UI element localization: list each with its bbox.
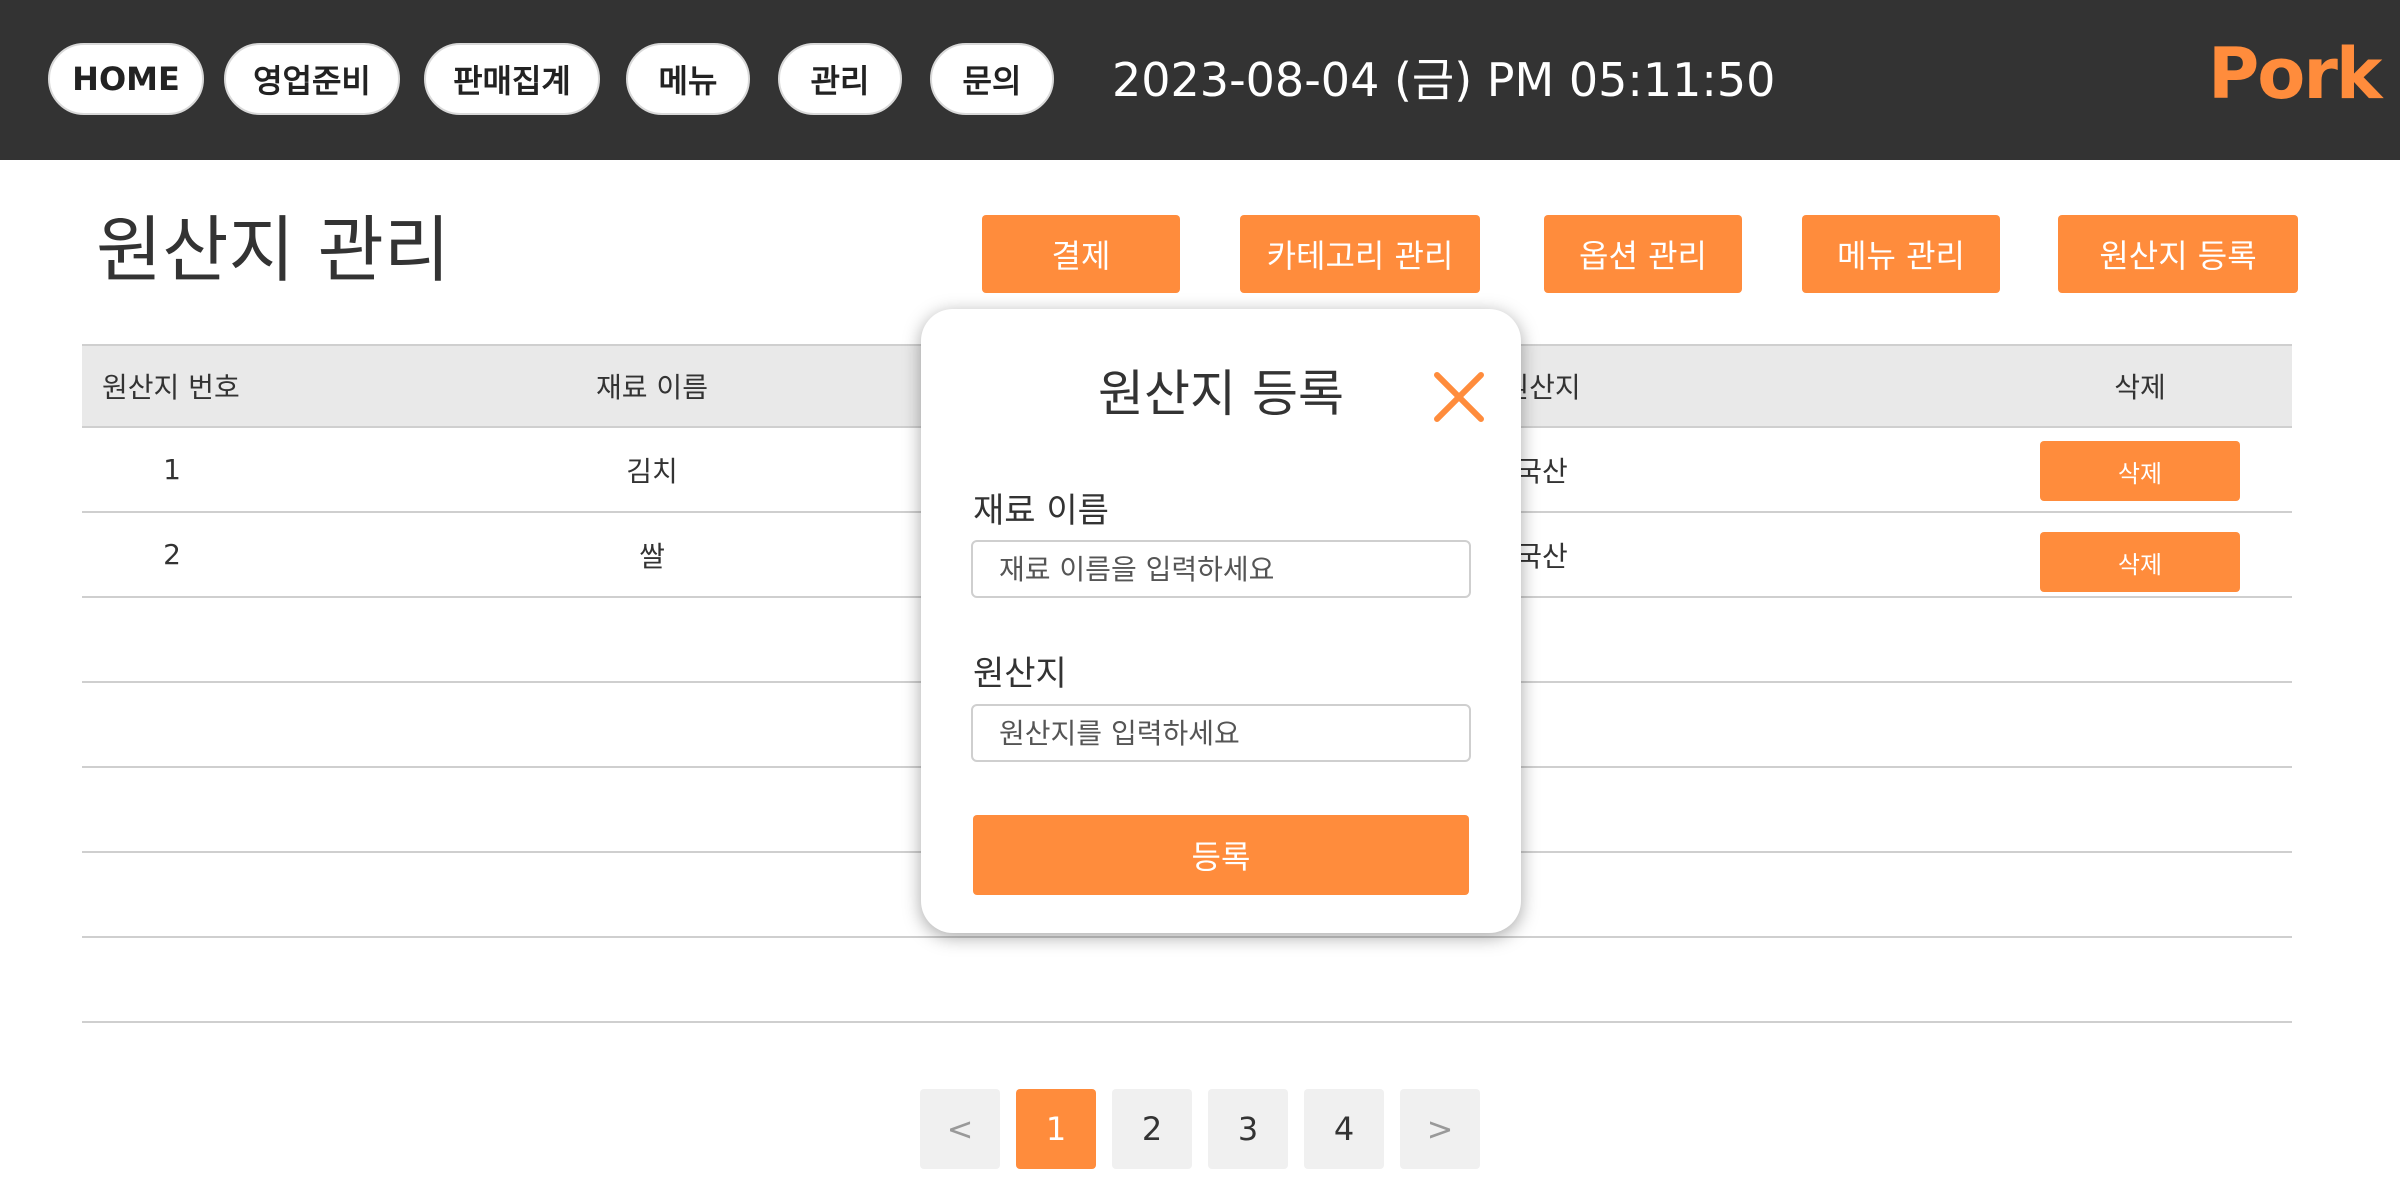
nav-home[interactable]: HOME xyxy=(48,43,204,115)
option-manage-button[interactable]: 옵션 관리 xyxy=(1544,215,1742,293)
menu-manage-button[interactable]: 메뉴 관리 xyxy=(1802,215,2000,293)
cell-origin-no: 1 xyxy=(163,453,181,486)
origin-input[interactable] xyxy=(971,704,1471,762)
header-origin-no: 원산지 번호 xyxy=(102,371,240,404)
nav-menu[interactable]: 메뉴 xyxy=(626,43,750,115)
nav-prep[interactable]: 영업준비 xyxy=(224,43,400,115)
top-bar: HOME 영업준비 판매집계 메뉴 관리 문의 2023-08-04 (금) P… xyxy=(0,0,2400,160)
empty-row xyxy=(82,938,2292,1023)
prev-page-button[interactable]: < xyxy=(920,1089,1000,1169)
page-button-3[interactable]: 3 xyxy=(1208,1089,1288,1169)
ingredient-label: 재료 이름 xyxy=(973,491,1109,531)
register-submit-button[interactable]: 등록 xyxy=(973,815,1469,895)
modal-title: 원산지 등록 xyxy=(1098,365,1344,423)
origin-label: 원산지 xyxy=(973,654,1067,694)
delete-button[interactable]: 삭제 xyxy=(2040,441,2240,501)
origin-register-button[interactable]: 원산지 등록 xyxy=(2058,215,2298,293)
brand-logo[interactable]: Pork xyxy=(2208,34,2382,114)
ingredient-input[interactable] xyxy=(971,540,1471,598)
page-button-4[interactable]: 4 xyxy=(1304,1089,1384,1169)
nav-manage[interactable]: 관리 xyxy=(778,43,902,115)
header-delete: 삭제 xyxy=(2114,371,2166,404)
page-button-2[interactable]: 2 xyxy=(1112,1089,1192,1169)
current-datetime: 2023-08-04 (금) PM 05:11:50 xyxy=(1112,53,1776,107)
cell-ingredient: 쌀 xyxy=(639,539,665,573)
category-manage-button[interactable]: 카테고리 관리 xyxy=(1240,215,1480,293)
close-icon[interactable] xyxy=(1433,371,1485,423)
nav-sales[interactable]: 판매집계 xyxy=(424,43,600,115)
header-ingredient: 재료 이름 xyxy=(596,371,708,404)
nav-inquiry[interactable]: 문의 xyxy=(930,43,1054,115)
delete-button[interactable]: 삭제 xyxy=(2040,532,2240,592)
cell-ingredient: 김치 xyxy=(626,454,678,488)
pagination: < 1 2 3 4 > xyxy=(920,1089,1480,1169)
cell-origin-no: 2 xyxy=(163,538,181,571)
page-title: 원산지 관리 xyxy=(96,208,451,292)
payment-button[interactable]: 결제 xyxy=(982,215,1180,293)
page-button-1[interactable]: 1 xyxy=(1016,1089,1096,1169)
next-page-button[interactable]: > xyxy=(1400,1089,1480,1169)
origin-register-modal: 원산지 등록 재료 이름 원산지 등록 xyxy=(921,309,1521,933)
